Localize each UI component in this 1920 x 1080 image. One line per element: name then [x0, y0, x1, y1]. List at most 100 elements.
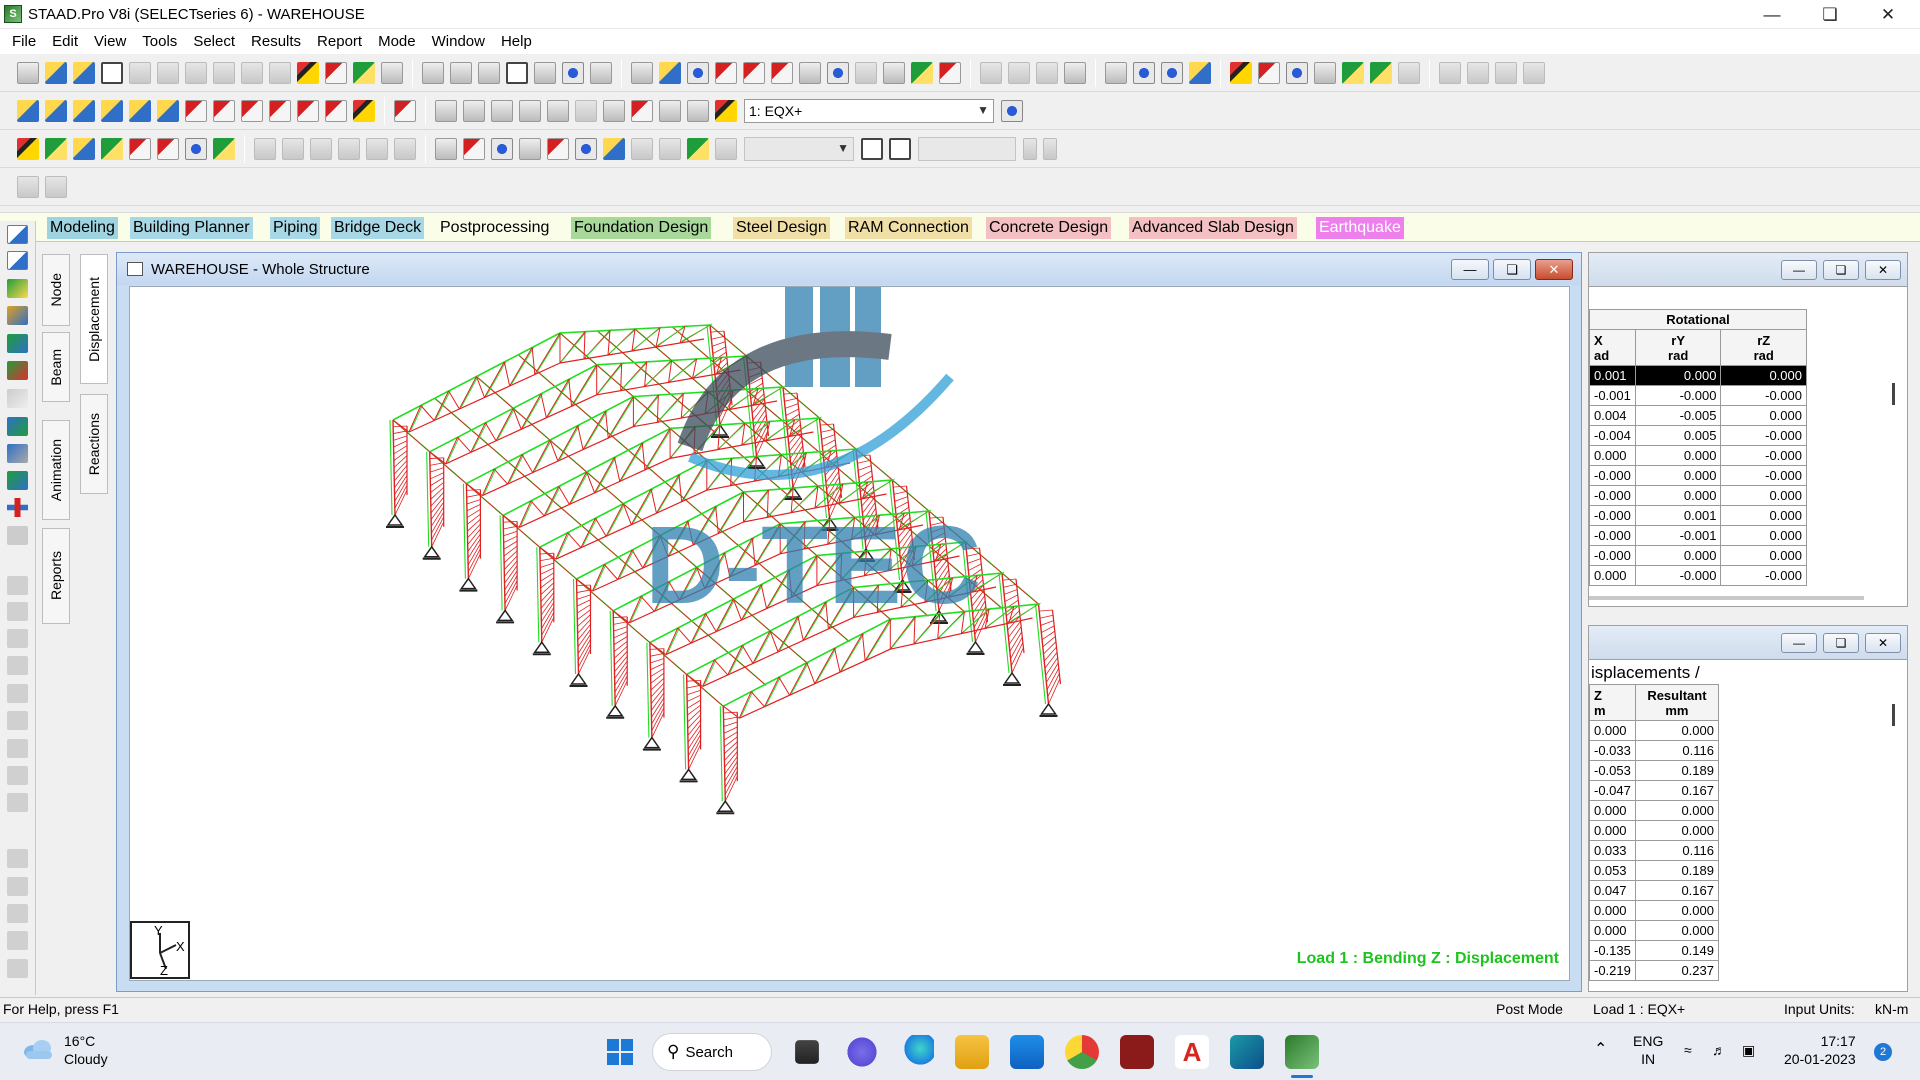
copy-icon[interactable] [157, 61, 179, 84]
column-lacing[interactable] [540, 562, 554, 568]
column-lacing[interactable] [858, 465, 872, 471]
column-deformed[interactable] [572, 578, 577, 675]
web-member[interactable] [607, 330, 611, 356]
web-member[interactable] [457, 436, 472, 453]
side-tab-node[interactable]: Node [42, 254, 70, 326]
table-cell[interactable]: -0.005 [1634, 405, 1722, 426]
table-cell[interactable]: 0.047 [1589, 880, 1636, 901]
column-lacing[interactable] [724, 771, 738, 795]
structure-model-drawing[interactable]: D-TEC [130, 287, 1570, 981]
support-icon[interactable] [606, 704, 624, 717]
side-tab-reactions[interactable]: Reactions [80, 394, 108, 494]
web-member[interactable] [750, 691, 765, 708]
purlin[interactable] [545, 494, 583, 527]
displacement-table[interactable]: Zm Resultant mm 0.000 0.000 -0.033 0.116 -0.0… [1589, 684, 1720, 981]
column-lacing[interactable] [431, 516, 445, 541]
edge-browser-icon[interactable] [900, 1035, 934, 1069]
column-lacing[interactable] [687, 699, 701, 709]
column-lacing[interactable] [687, 709, 701, 723]
menu-select[interactable]: Select [185, 29, 243, 54]
autocad-icon[interactable]: A [1175, 1035, 1209, 1069]
column-lacing[interactable] [576, 599, 591, 607]
view-left-icon[interactable] [73, 99, 95, 122]
column-lacing[interactable] [613, 621, 628, 625]
column-lacing[interactable] [541, 612, 555, 636]
table-cell[interactable]: 0.000 [1589, 565, 1636, 586]
beam-label-icon[interactable] [687, 61, 709, 84]
support-icon[interactable] [386, 513, 404, 526]
beam-length-icon[interactable] [771, 61, 793, 84]
open-view-icon[interactable] [1467, 61, 1489, 84]
table-cell[interactable]: -0.053 [1589, 760, 1636, 781]
scale-help-icon[interactable] [889, 137, 911, 160]
table-cell[interactable]: 0.000 [1634, 900, 1720, 921]
grid-disabled-icon[interactable] [7, 931, 28, 950]
web-member[interactable] [644, 361, 648, 387]
column-lacing[interactable] [614, 675, 628, 700]
column-lacing[interactable] [784, 397, 798, 402]
support-icon[interactable] [967, 640, 984, 653]
select-nodes-icon[interactable] [17, 137, 39, 160]
table-cell[interactable]: 0.005 [1634, 425, 1722, 446]
structure-wizard-icon[interactable] [325, 61, 347, 84]
column-lacing[interactable] [467, 518, 481, 532]
print-preview-icon[interactable] [450, 61, 472, 84]
dimension-icon[interactable] [715, 61, 737, 84]
purlin[interactable] [672, 361, 710, 394]
column-lacing[interactable] [577, 614, 591, 627]
menu-help[interactable]: Help [493, 29, 540, 54]
table-cell[interactable]: 0.000 [1720, 485, 1807, 506]
column-lacing[interactable] [430, 472, 444, 480]
column-lacing[interactable] [503, 530, 518, 537]
web-member[interactable] [540, 393, 547, 418]
support-icon[interactable] [533, 640, 551, 653]
table-cell[interactable]: 0.000 [1589, 800, 1636, 821]
column-lacing[interactable] [650, 653, 664, 657]
table-cell[interactable]: 0.237 [1634, 960, 1720, 981]
table-scrollbar[interactable] [1892, 383, 1895, 405]
column-lacing[interactable] [723, 726, 738, 734]
column-lacing[interactable] [893, 485, 907, 488]
tab-earthquake[interactable]: Earthquake [1316, 217, 1404, 239]
add-plate-icon[interactable] [1036, 61, 1058, 84]
table-cell[interactable]: 0.000 [1634, 545, 1722, 566]
table-cell[interactable]: 0.000 [1589, 720, 1636, 741]
zoom-new-window-icon[interactable] [603, 99, 625, 122]
menu-tools[interactable]: Tools [134, 29, 185, 54]
dynamic-pan-icon[interactable] [659, 99, 681, 122]
chevron-up-icon[interactable]: ⌃ [1594, 1041, 1607, 1059]
table-row[interactable]: -0.000 0.000 0.000 [1589, 485, 1807, 506]
column-lacing[interactable] [503, 521, 518, 523]
column-lacing[interactable] [1039, 609, 1053, 612]
table-cell[interactable]: -0.135 [1589, 940, 1636, 961]
table-cell[interactable]: 0.001 [1634, 505, 1722, 526]
table-cell[interactable]: 0.167 [1634, 880, 1720, 901]
support-icon[interactable] [643, 736, 661, 749]
column-lacing[interactable] [688, 744, 701, 770]
column-lacing[interactable] [686, 680, 701, 682]
column-lacing[interactable] [893, 490, 908, 495]
table-cell[interactable]: 0.116 [1634, 740, 1720, 761]
window-icon[interactable] [631, 61, 653, 84]
table-cell[interactable]: -0.000 [1720, 565, 1807, 586]
table-cell[interactable]: 0.053 [1589, 860, 1636, 881]
save-icon[interactable] [101, 61, 123, 84]
zoom-window-icon[interactable] [435, 99, 457, 122]
new-file-icon[interactable] [17, 61, 39, 84]
shaded-view-icon[interactable] [715, 99, 737, 122]
table-cell[interactable]: 0.004 [1589, 405, 1636, 426]
tab-building-planner[interactable]: Building Planner [130, 217, 253, 239]
view-minimize-icon[interactable]: — [1451, 259, 1489, 280]
web-member[interactable] [806, 662, 816, 684]
help-question-icon[interactable] [883, 61, 905, 84]
align-disabled-icon[interactable] [7, 629, 28, 648]
table-row[interactable]: 0.004 -0.005 0.000 [1589, 405, 1807, 426]
web-member[interactable] [834, 648, 841, 673]
web-member[interactable] [503, 361, 511, 387]
column-lacing[interactable] [1040, 620, 1054, 626]
select-beams-icon[interactable] [45, 137, 67, 160]
table-horizontal-scrollbar[interactable] [1589, 596, 1864, 600]
circular-repeat-icon[interactable] [282, 137, 304, 160]
select-by-list-icon[interactable] [213, 137, 235, 160]
table-cell[interactable]: -0.000 [1589, 465, 1636, 486]
